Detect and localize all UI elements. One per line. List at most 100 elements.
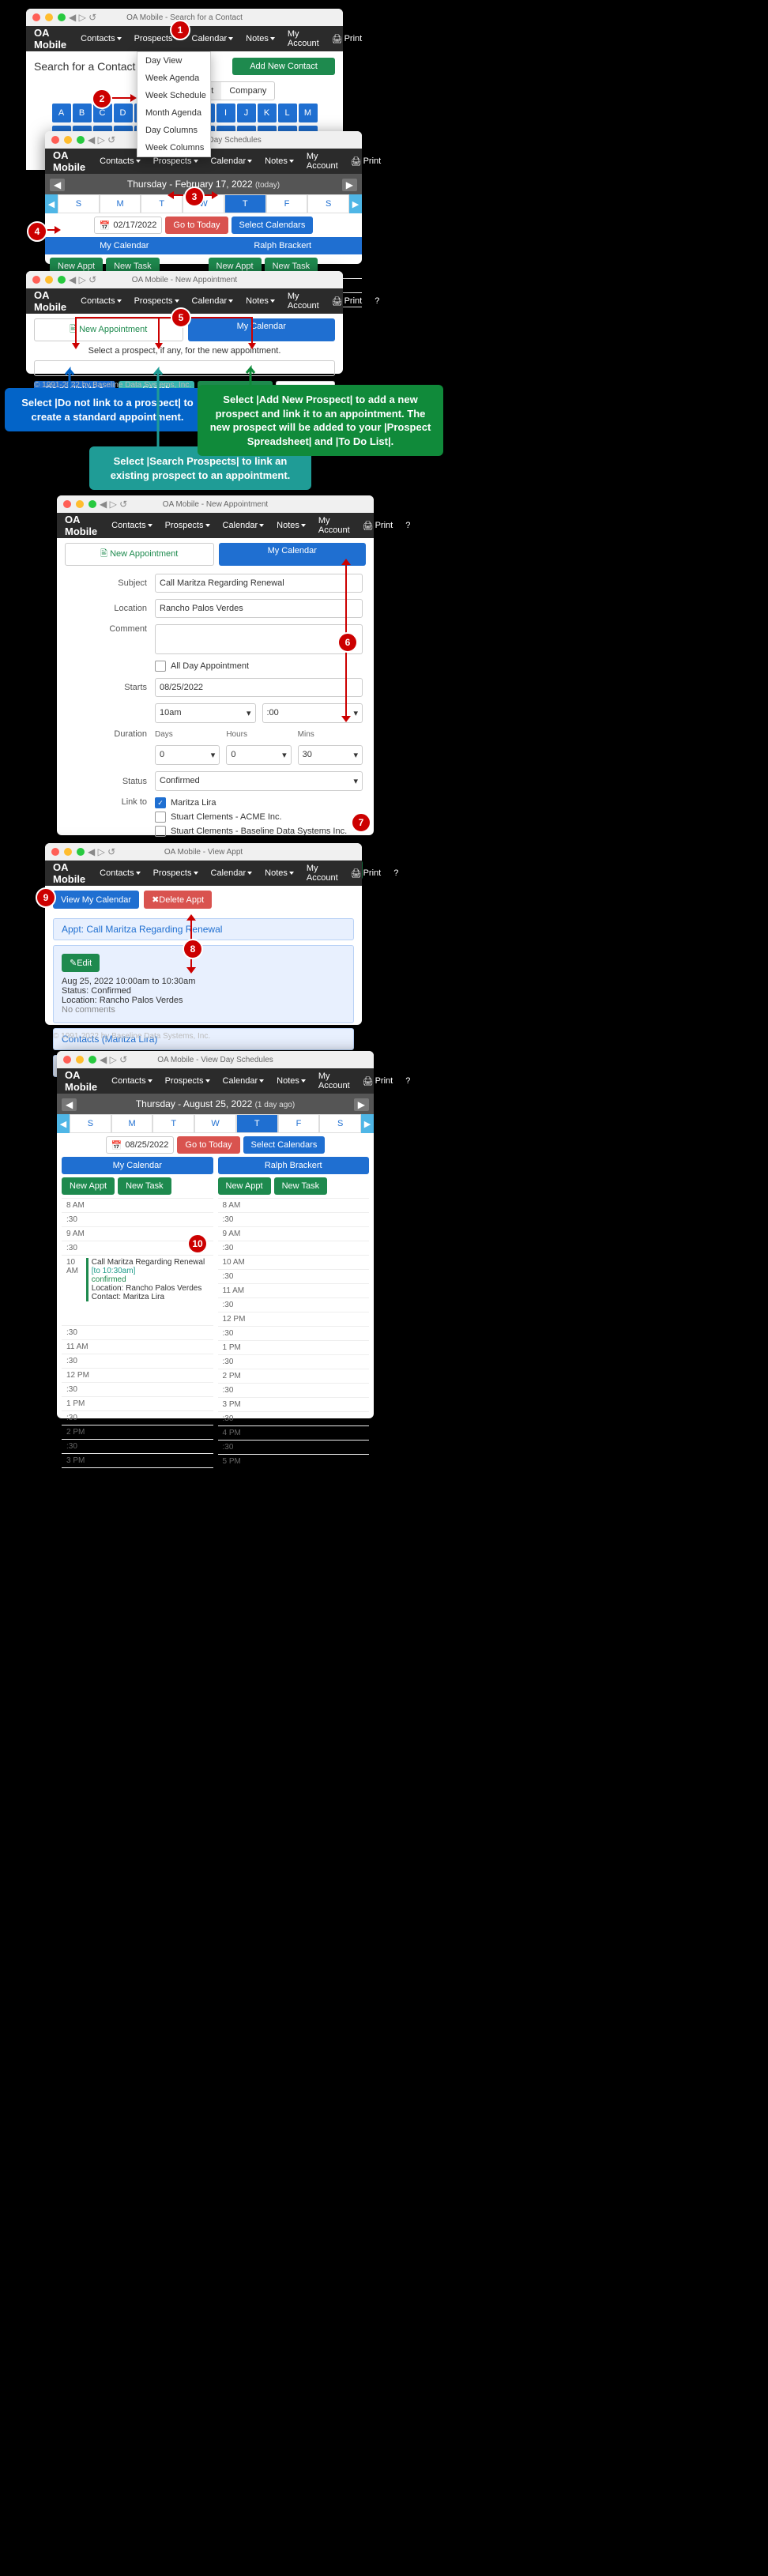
time-slot[interactable]: :30	[218, 1297, 370, 1312]
nav-help[interactable]: ?	[389, 868, 403, 878]
time-slot[interactable]: :30	[218, 1241, 370, 1255]
time-slot[interactable]: 2 PM	[218, 1369, 370, 1383]
next-week[interactable]: ▶	[361, 1114, 374, 1133]
menu-day-columns[interactable]: Day Columns	[137, 122, 210, 139]
day-tab[interactable]: S	[70, 1114, 111, 1133]
day-tab[interactable]: T	[152, 1114, 194, 1133]
letter[interactable]: M	[299, 104, 318, 122]
time-slot[interactable]: 3 PM	[62, 1453, 213, 1467]
time-slot[interactable]: :30	[62, 1325, 213, 1339]
time-slot[interactable]: 8 AM	[62, 1198, 213, 1212]
time-slot[interactable]: :30	[218, 1411, 370, 1425]
linkto-option-2[interactable]: Stuart Clements - ACME Inc.	[155, 812, 363, 823]
menu-month-agenda[interactable]: Month Agenda	[137, 104, 210, 122]
nav-calendar[interactable]: Calendar	[187, 34, 239, 43]
add-new-contact-button[interactable]: Add New Contact	[232, 58, 335, 75]
next-day[interactable]: ▶	[354, 1098, 369, 1111]
time-slot-10am[interactable]: 10 AM Call Maritza Regarding Renewal [to…	[62, 1255, 213, 1325]
appt-title[interactable]: Call Maritza Regarding Renewal [to 10:30…	[92, 1258, 205, 1275]
tab-my-calendar[interactable]: My Calendar	[188, 318, 336, 341]
time-slot[interactable]: 5 PM	[218, 1454, 370, 1468]
time-slot[interactable]: :30	[218, 1383, 370, 1397]
day-tab[interactable]: M	[100, 194, 141, 213]
day-tab[interactable]: F	[278, 1114, 320, 1133]
nav-contacts[interactable]: Contacts	[95, 868, 145, 878]
nav-notes[interactable]: Notes	[241, 296, 280, 306]
day-tab[interactable]: T	[224, 194, 266, 213]
nav-account[interactable]: My Account	[302, 152, 343, 171]
nav-account[interactable]: My Account	[314, 1071, 355, 1090]
nav-account[interactable]: My Account	[302, 864, 343, 883]
day-tab[interactable]: T	[141, 194, 183, 213]
nav-notes[interactable]: Notes	[241, 34, 280, 43]
next-week[interactable]: ▶	[349, 194, 362, 213]
go-to-today-button[interactable]: Go to Today	[177, 1136, 239, 1154]
tab-company[interactable]: Company	[221, 82, 274, 100]
linkto-option-3[interactable]: Stuart Clements - Baseline Data Systems …	[155, 826, 363, 837]
time-slot[interactable]: 10 AM	[218, 1255, 370, 1269]
time-slot[interactable]: 11 AM	[218, 1283, 370, 1297]
day-tab[interactable]: F	[266, 194, 308, 213]
time-slot[interactable]: 2 PM	[62, 1425, 213, 1439]
nav-prospects[interactable]: Prospects	[160, 1076, 215, 1086]
day-tab[interactable]: T	[236, 1114, 278, 1133]
menu-week-agenda[interactable]: Week Agenda	[137, 70, 210, 87]
time-slot[interactable]: 9 AM	[218, 1226, 370, 1241]
menu-week-schedule[interactable]: Week Schedule	[137, 87, 210, 104]
nav-print[interactable]: 🖨 Print	[327, 34, 367, 44]
comment-input[interactable]	[155, 624, 363, 654]
nav-print[interactable]: 🖨 Print	[358, 1076, 398, 1087]
prev-week[interactable]: ◀	[45, 194, 58, 213]
all-day-checkbox[interactable]: All Day Appointment	[155, 661, 363, 672]
time-slot[interactable]: 3 PM	[218, 1397, 370, 1411]
nav-prospects[interactable]: Prospects	[149, 156, 203, 166]
time-slot[interactable]: :30	[62, 1382, 213, 1396]
nav-notes[interactable]: Notes	[272, 521, 311, 530]
day-tab[interactable]: M	[111, 1114, 153, 1133]
date-input[interactable]: 📅02/17/2022	[94, 217, 163, 234]
day-tab[interactable]: S	[319, 1114, 361, 1133]
tab-new-appointment[interactable]: 🖹 New Appointment	[65, 543, 214, 566]
duration-days-select[interactable]: 0▾	[155, 745, 220, 765]
time-slot[interactable]: :30	[218, 1354, 370, 1369]
time-slot[interactable]: :30	[218, 1326, 370, 1340]
date-input[interactable]: 📅08/25/2022	[106, 1136, 175, 1154]
time-slot[interactable]: 12 PM	[62, 1368, 213, 1382]
nav-prospects[interactable]: Prospects	[130, 296, 184, 306]
nav-calendar[interactable]: Calendar	[218, 521, 269, 530]
time-slot[interactable]: 8 AM	[218, 1198, 370, 1212]
select-calendars-button[interactable]: Select Calendars	[232, 217, 314, 234]
nav-contacts[interactable]: Contacts	[107, 1076, 156, 1086]
nav-print[interactable]: 🖨 Print	[346, 156, 386, 167]
letter[interactable]: A	[52, 104, 71, 122]
nav-calendar[interactable]: Calendar	[206, 868, 258, 878]
nav-calendar[interactable]: Calendar	[218, 1076, 269, 1086]
time-slot[interactable]: :30	[62, 1410, 213, 1425]
letter[interactable]: B	[73, 104, 92, 122]
nav-calendar[interactable]: Calendar	[187, 296, 239, 306]
edit-button[interactable]: ✎ Edit	[62, 954, 100, 972]
nav-help[interactable]: ?	[370, 296, 384, 306]
letter[interactable]: I	[216, 104, 235, 122]
subject-input[interactable]: Call Maritza Regarding Renewal	[155, 574, 363, 593]
time-slot[interactable]: 4 PM	[218, 1425, 370, 1440]
letter[interactable]: D	[114, 104, 133, 122]
new-task-button[interactable]: New Task	[118, 1177, 171, 1195]
go-to-today-button[interactable]: Go to Today	[165, 217, 228, 234]
time-slot[interactable]: :30	[62, 1439, 213, 1453]
letter[interactable]: J	[237, 104, 256, 122]
time-slot[interactable]: 1 PM	[218, 1340, 370, 1354]
day-tab[interactable]: S	[307, 194, 349, 213]
time-slot[interactable]: 1 PM	[62, 1396, 213, 1410]
location-input[interactable]: Rancho Palos Verdes	[155, 599, 363, 618]
menu-week-columns[interactable]: Week Columns	[137, 139, 210, 156]
nav-print[interactable]: 🖨 Print	[346, 868, 386, 879]
nav-help[interactable]: ?	[401, 521, 415, 530]
new-appt-button[interactable]: New Appt	[218, 1177, 271, 1195]
nav-prospects[interactable]: Prospects	[160, 521, 215, 530]
nav-prospects[interactable]: Prospects	[149, 868, 203, 878]
letter[interactable]: K	[258, 104, 277, 122]
select-calendars-button[interactable]: Select Calendars	[243, 1136, 326, 1154]
menu-day-view[interactable]: Day View	[137, 52, 210, 70]
day-tabs[interactable]: SMTWTFS	[70, 1114, 361, 1133]
